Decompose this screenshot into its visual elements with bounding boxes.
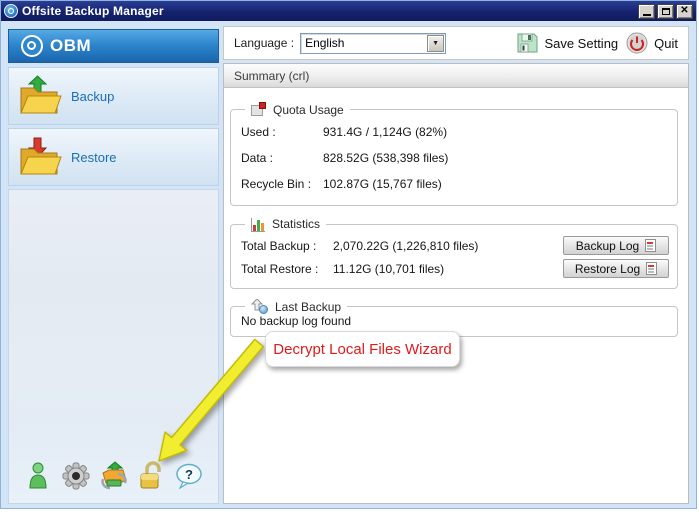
save-setting-button[interactable]: Save Setting (516, 32, 618, 54)
app-window: Offsite Backup Manager ✕ OBM Backup (0, 0, 697, 509)
restore-folder-icon (9, 136, 71, 178)
gear-icon (61, 461, 91, 491)
obm-logo-icon (21, 35, 43, 57)
document-icon (645, 239, 656, 252)
obm-logo-text: OBM (50, 36, 91, 56)
maximize-icon (662, 8, 670, 15)
last-backup-title: Last Backup (275, 300, 341, 314)
last-backup-icon (251, 299, 268, 314)
app-icon (4, 4, 18, 18)
statistics-title: Statistics (272, 217, 320, 231)
window-title: Offsite Backup Manager (22, 4, 638, 18)
minimize-button[interactable] (638, 4, 655, 19)
chevron-down-icon: ▼ (427, 35, 444, 52)
quota-row-data: Data : 828.52G (538,398 files) (241, 145, 669, 171)
backup-folder-icon (9, 75, 71, 117)
stats-row-total-restore: Total Restore : 11.12G (10,701 files) Re… (241, 257, 669, 280)
minimize-icon (643, 14, 651, 16)
top-toolbar: Language : English ▼ Save Setting (223, 26, 689, 60)
annotation-callout-text: Decrypt Local Files Wizard (273, 341, 451, 358)
sidebar-item-label: Backup (71, 89, 114, 104)
quit-button[interactable]: Quit (626, 32, 678, 54)
summary-panel: Summary (crl) Quota Usage Used : 931.4G … (223, 63, 689, 504)
title-bar: Offsite Backup Manager ✕ (1, 1, 696, 21)
statistics-icon (251, 218, 265, 232)
language-label: Language : (234, 36, 294, 50)
summary-header: Summary (crl) (224, 64, 688, 88)
quota-row-recycle-bin: Recycle Bin : 102.87G (15,767 files) (241, 171, 669, 197)
document-icon (646, 262, 657, 275)
quota-row-used: Used : 931.4G / 1,124G (82%) (241, 119, 669, 145)
obm-logo-banner: OBM (8, 29, 219, 63)
quota-usage-group: Quota Usage Used : 931.4G / 1,124G (82%)… (230, 102, 678, 206)
language-select[interactable]: English ▼ (300, 33, 446, 54)
sidebar-item-restore[interactable]: Restore (8, 128, 219, 186)
close-button[interactable]: ✕ (676, 4, 693, 19)
annotation-arrow (121, 326, 281, 476)
desktop-strip (0, 509, 699, 516)
backup-log-button[interactable]: Backup Log (563, 236, 669, 255)
save-setting-label: Save Setting (544, 36, 618, 51)
language-value: English (301, 36, 427, 50)
sidebar-item-backup[interactable]: Backup (8, 67, 219, 125)
power-icon (626, 32, 648, 54)
save-icon (516, 32, 538, 54)
restore-log-button[interactable]: Restore Log (563, 259, 669, 278)
profile-button[interactable] (23, 459, 53, 493)
last-backup-message: No backup log found (241, 314, 669, 328)
maximize-button[interactable] (657, 4, 674, 19)
profile-icon (26, 461, 50, 491)
quit-label: Quit (654, 36, 678, 51)
settings-button[interactable] (61, 459, 91, 493)
quota-usage-title: Quota Usage (273, 103, 344, 117)
annotation-callout: Decrypt Local Files Wizard (265, 331, 460, 367)
quota-usage-icon (251, 102, 266, 117)
stats-row-total-backup: Total Backup : 2,070.22G (1,226,810 file… (241, 234, 669, 257)
close-icon: ✕ (680, 6, 688, 16)
statistics-group: Statistics Total Backup : 2,070.22G (1,2… (230, 216, 678, 289)
sidebar-item-label: Restore (71, 150, 117, 165)
